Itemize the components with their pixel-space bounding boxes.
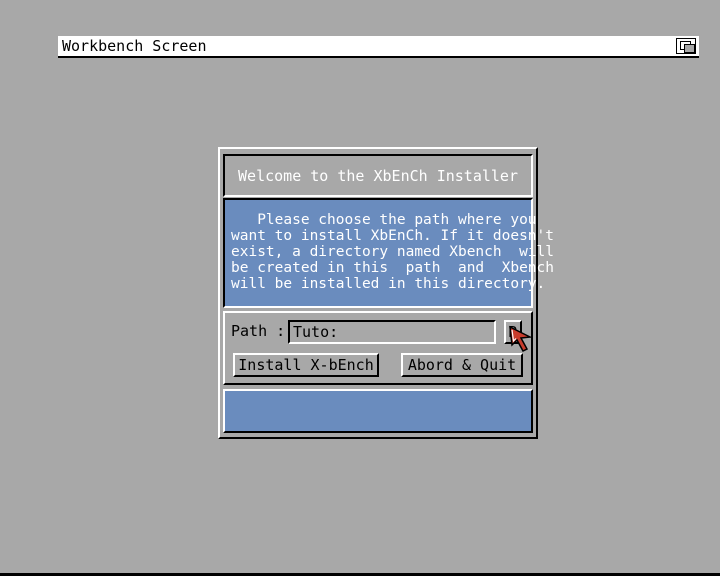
screen-title: Workbench Screen [62,37,207,55]
abort-quit-button[interactable]: Abord & Quit [401,353,523,377]
screen-title-bar[interactable]: Workbench Screen [58,36,699,58]
installer-title: Welcome to the XbEnCh Installer [238,167,518,185]
controls-panel: Path : Tuto: P Install X-bEnch Abord & Q… [223,311,533,385]
install-button-label: Install X-bEnch [238,356,374,374]
info-text-line: want to install XbEnCh. If it doesn't [231,228,555,244]
info-text-line: will be installed in this directory. [231,276,546,292]
installer-title-box: Welcome to the XbEnCh Installer [223,154,533,197]
path-label: Path : [231,322,286,340]
status-panel [223,389,533,433]
info-panel: Please choose the path where you want to… [223,198,555,308]
workbench-screen: Workbench Screen Welcome to the XbEnCh I… [0,0,720,573]
mouse-pointer-icon [509,325,533,352]
installer-window: Welcome to the XbEnCh Installer Please c… [218,147,555,439]
info-text-line: be created in this path and Xbench [231,260,555,276]
path-input-value: Tuto: [293,323,339,341]
info-text-line: exist, a directory named Xbench will [231,244,555,260]
install-button[interactable]: Install X-bEnch [233,353,379,377]
depth-gadget-icon[interactable] [676,38,696,54]
depth-gadget-front-shape [684,44,695,53]
path-input[interactable]: Tuto: [288,320,496,344]
abort-quit-button-label: Abord & Quit [407,356,517,374]
info-text-line: Please choose the path where you [231,212,537,228]
